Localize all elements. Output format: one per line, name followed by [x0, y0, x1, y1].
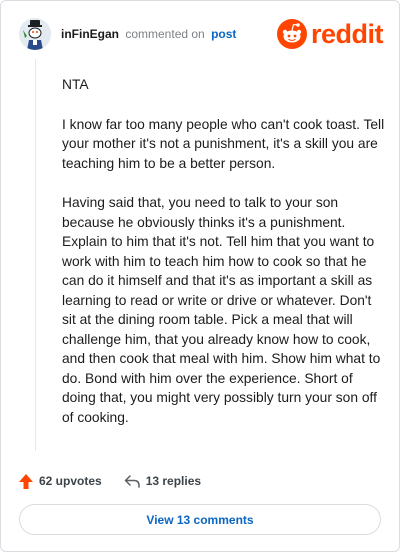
- post-link[interactable]: post: [211, 27, 236, 41]
- comment-paragraph: I know far too many people who can't coo…: [62, 116, 385, 171]
- avatar[interactable]: [19, 18, 51, 50]
- comment-actions: 62 upvotes 13 replies: [19, 471, 201, 491]
- comment-meta: inFinEgan commented on post: [61, 27, 236, 41]
- upvotes-count: 62 upvotes: [39, 474, 102, 488]
- comment-card: inFinEgan commented on post reddit NTA I…: [0, 0, 400, 552]
- thread-line: [35, 59, 36, 451]
- reddit-logo[interactable]: reddit: [276, 17, 384, 51]
- commented-on-text: commented on: [125, 27, 205, 41]
- comment-paragraph: NTA: [62, 77, 89, 92]
- upvote-button[interactable]: 62 upvotes: [19, 473, 102, 489]
- reddit-wordmark: reddit: [310, 19, 384, 49]
- comment-header: inFinEgan commented on post reddit: [19, 17, 384, 51]
- upvote-arrow-icon: [19, 473, 33, 489]
- reddit-logo-icon: [276, 19, 307, 49]
- replies-count: 13 replies: [145, 474, 202, 488]
- replies-button[interactable]: 13 replies: [124, 474, 201, 488]
- reply-arrow-icon: [124, 474, 140, 488]
- username[interactable]: inFinEgan: [61, 27, 119, 41]
- comment-body: NTA I know far too many people who can't…: [62, 75, 388, 447]
- view-comments-button[interactable]: View 13 comments: [19, 504, 381, 535]
- comment-paragraph: Having said that, you need to talk to yo…: [62, 195, 381, 425]
